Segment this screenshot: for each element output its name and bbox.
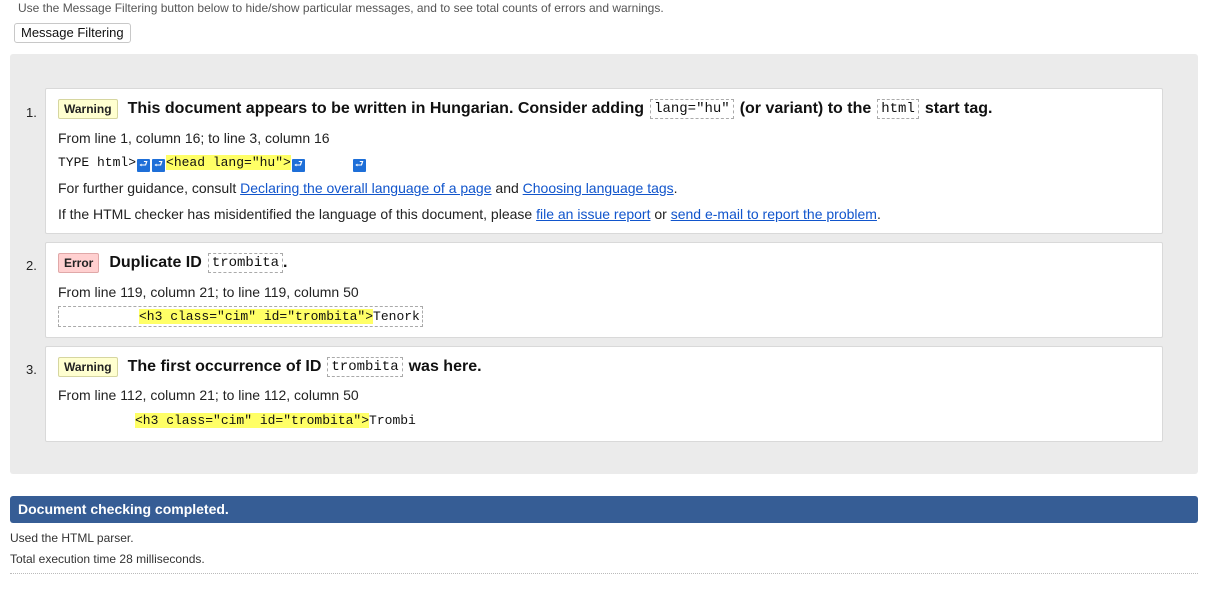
send-email-link[interactable]: send e-mail to report the problem: [671, 206, 877, 222]
linefeed-icon: ⮐: [152, 159, 166, 172]
issue-or: or: [654, 206, 667, 222]
declaring-language-link[interactable]: Declaring the overall language of a page: [240, 180, 491, 196]
message-item-2: 2. Error Duplicate ID trombita. From lin…: [26, 242, 1163, 338]
guidance-prefix: For further guidance, consult: [58, 180, 237, 196]
source-extract: TYPE html> ⮐ ⮐ <head lang="hu"> ⮐ ⮐: [58, 155, 367, 172]
message-text: (or variant) to the: [739, 100, 872, 117]
guidance-end: .: [673, 180, 678, 196]
message-number: 3.: [26, 362, 37, 377]
execution-time: Total execution time 28 milliseconds.: [10, 552, 205, 566]
message-text: was here.: [408, 358, 482, 375]
message-filtering-button[interactable]: Message Filtering: [14, 23, 131, 43]
divider: [10, 573, 1198, 574]
issue-end: .: [876, 206, 881, 222]
results-panel: 1. Warning This document appears to be w…: [10, 54, 1198, 474]
issue-prefix: If the HTML checker has misidentified th…: [58, 206, 533, 222]
extract-text: Tenork: [373, 309, 420, 324]
warning-badge: Warning: [58, 357, 118, 377]
message-text: start tag.: [924, 100, 993, 117]
code-lang-attr: lang="hu": [650, 99, 734, 119]
message-text: .: [283, 254, 288, 271]
issue-report-text: If the HTML checker has misidentified th…: [58, 206, 881, 222]
extract-highlight: <h3 class="cim" id="trombita">: [139, 309, 374, 324]
message-location: From line 119, column 21; to line 119, c…: [58, 284, 359, 300]
extract-text: TYPE html>: [58, 155, 137, 170]
error-badge: Error: [58, 253, 100, 273]
parser-info: Used the HTML parser.: [10, 531, 134, 545]
code-id: trombita: [327, 357, 403, 377]
extract-text: Trombi: [369, 413, 416, 428]
file-issue-link[interactable]: file an issue report: [536, 206, 650, 222]
message-headline: Warning The first occurrence of ID tromb…: [58, 357, 482, 377]
linefeed-icon: ⮐: [352, 159, 366, 172]
choosing-language-tags-link[interactable]: Choosing language tags: [523, 180, 674, 196]
guidance-and: and: [495, 180, 519, 196]
code-html-tag: html: [877, 99, 919, 119]
message-headline: Error Duplicate ID trombita.: [58, 253, 287, 273]
linefeed-icon: ⮐: [137, 159, 151, 172]
warning-badge: Warning: [58, 99, 118, 119]
message-number: 2.: [26, 258, 37, 273]
message-item-1: 1. Warning This document appears to be w…: [26, 88, 1163, 234]
message-location: From line 112, column 21; to line 112, c…: [58, 387, 359, 403]
source-extract: <h3 class="cim" id="trombita">Tenork: [58, 306, 423, 327]
linefeed-icon: ⮐: [291, 159, 305, 172]
extract-highlight: <head lang="hu">: [166, 155, 291, 170]
message-headline: Warning This document appears to be writ…: [58, 99, 992, 119]
message-text: This document appears to be written in H…: [127, 100, 645, 117]
message-item-3: 3. Warning The first occurrence of ID tr…: [26, 346, 1163, 442]
code-id: trombita: [207, 253, 284, 273]
intro-text: Use the Message Filtering button below t…: [18, 1, 664, 15]
checking-completed-banner: Document checking completed.: [10, 496, 1198, 523]
message-location: From line 1, column 16; to line 3, colum…: [58, 130, 330, 146]
guidance-text: For further guidance, consult Declaring …: [58, 180, 678, 196]
message-number: 1.: [26, 105, 37, 120]
extract-highlight: <h3 class="cim" id="trombita">: [135, 413, 370, 428]
message-text: The first occurrence of ID: [127, 358, 322, 375]
message-text: Duplicate ID: [109, 254, 202, 271]
source-extract: <h3 class="cim" id="trombita">Trombi: [135, 413, 416, 428]
